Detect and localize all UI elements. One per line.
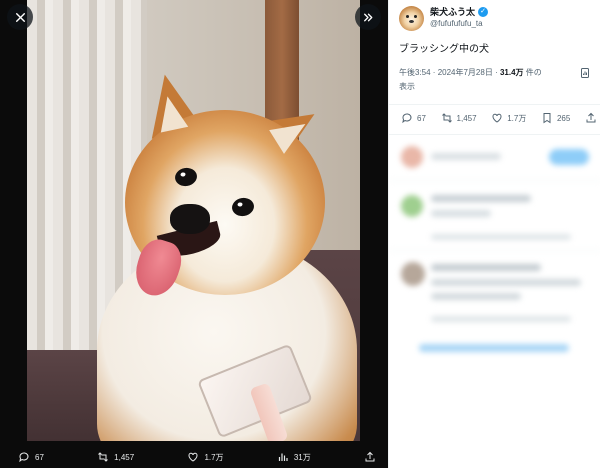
media-action-bar: 67 1,457 1.7万 31万 <box>0 446 388 468</box>
divider <box>389 180 600 181</box>
views-button[interactable]: 31万 <box>277 451 311 463</box>
blurred-avatar <box>401 146 423 168</box>
tweet-author[interactable]: 柴犬ふう太 ✓ @fufufufufu_ta <box>399 4 599 32</box>
close-icon <box>15 12 25 22</box>
retweet-count: 1,457 <box>114 452 135 462</box>
analytics-button[interactable] <box>579 66 591 78</box>
expand-panel-button[interactable] <box>355 4 381 30</box>
blurred-reply-input <box>431 153 501 160</box>
views-suffix: 件の <box>525 68 542 77</box>
blurred-text <box>431 293 521 300</box>
divider <box>389 104 600 105</box>
blurred-text <box>431 195 531 202</box>
like-button[interactable]: 1.7万 <box>491 112 526 124</box>
reply-count: 67 <box>417 113 426 123</box>
tweet-text: ブラッシング中の犬 <box>399 44 489 55</box>
media-viewer: 67 1,457 1.7万 31万 <box>0 0 388 468</box>
like-count: 1.7万 <box>507 113 527 123</box>
blurred-link <box>419 344 569 352</box>
retweet-icon <box>98 452 109 462</box>
reply-icon <box>19 452 29 463</box>
views-count: 31万 <box>293 452 311 462</box>
share-icon <box>586 112 596 123</box>
user-handle[interactable]: @fufufufufu_ta <box>430 18 488 30</box>
dog-nose <box>170 204 210 234</box>
blurred-avatar <box>401 262 425 286</box>
divider <box>389 134 600 135</box>
bookmark-icon <box>543 113 551 124</box>
blurred-text <box>431 264 541 271</box>
views-label: 表示 <box>399 82 415 91</box>
tweet-action-bar: 67 1,457 1.7万 265 <box>401 112 597 124</box>
blurred-reply-button <box>549 149 589 165</box>
reply-icon <box>402 113 412 124</box>
analytics-icon <box>581 68 589 78</box>
blurred-text <box>431 210 491 217</box>
reply-button[interactable]: 67 <box>18 451 44 463</box>
blurred-replies <box>389 140 600 468</box>
blurred-actions <box>431 316 571 322</box>
tweet-date[interactable]: 2024年7月28日 <box>438 68 493 77</box>
close-button[interactable] <box>7 4 33 30</box>
tweet-meta: 午後3:54 · 2024年7月28日 · 31.4万 件の 表示 <box>399 68 542 91</box>
retweet-icon <box>441 113 452 123</box>
display-name[interactable]: 柴犬ふう太 <box>430 6 475 18</box>
blurred-actions <box>431 234 571 240</box>
verified-badge-icon: ✓ <box>478 7 489 17</box>
share-button[interactable] <box>585 112 597 124</box>
share-icon <box>365 451 375 462</box>
retweet-count: 1,457 <box>456 113 477 123</box>
retweet-button[interactable]: 1,457 <box>97 451 134 463</box>
reply-count: 67 <box>35 452 44 462</box>
blurred-text <box>431 279 581 286</box>
like-button[interactable]: 1.7万 <box>187 451 224 463</box>
blurred-avatar <box>401 195 423 217</box>
retweet-button[interactable]: 1,457 <box>441 112 477 124</box>
bar-chart-icon <box>278 453 288 461</box>
bookmark-button[interactable]: 265 <box>541 112 570 124</box>
tweet-detail-panel: 柴犬ふう太 ✓ @fufufufufu_ta ブラッシング中の犬 午後3:54 … <box>388 0 600 468</box>
like-count: 1.7万 <box>204 452 224 462</box>
heart-icon <box>492 113 502 123</box>
share-button[interactable] <box>364 451 376 463</box>
dog-photo[interactable] <box>27 0 360 441</box>
avatar[interactable] <box>399 5 424 31</box>
reply-button[interactable]: 67 <box>401 112 426 124</box>
views-total: 31.4万 <box>499 68 524 77</box>
bookmark-count: 265 <box>556 113 571 123</box>
divider <box>389 250 600 251</box>
tweet-time[interactable]: 午後3:54 <box>399 68 431 77</box>
chevron-double-right-icon <box>363 13 372 21</box>
heart-icon <box>188 452 198 462</box>
